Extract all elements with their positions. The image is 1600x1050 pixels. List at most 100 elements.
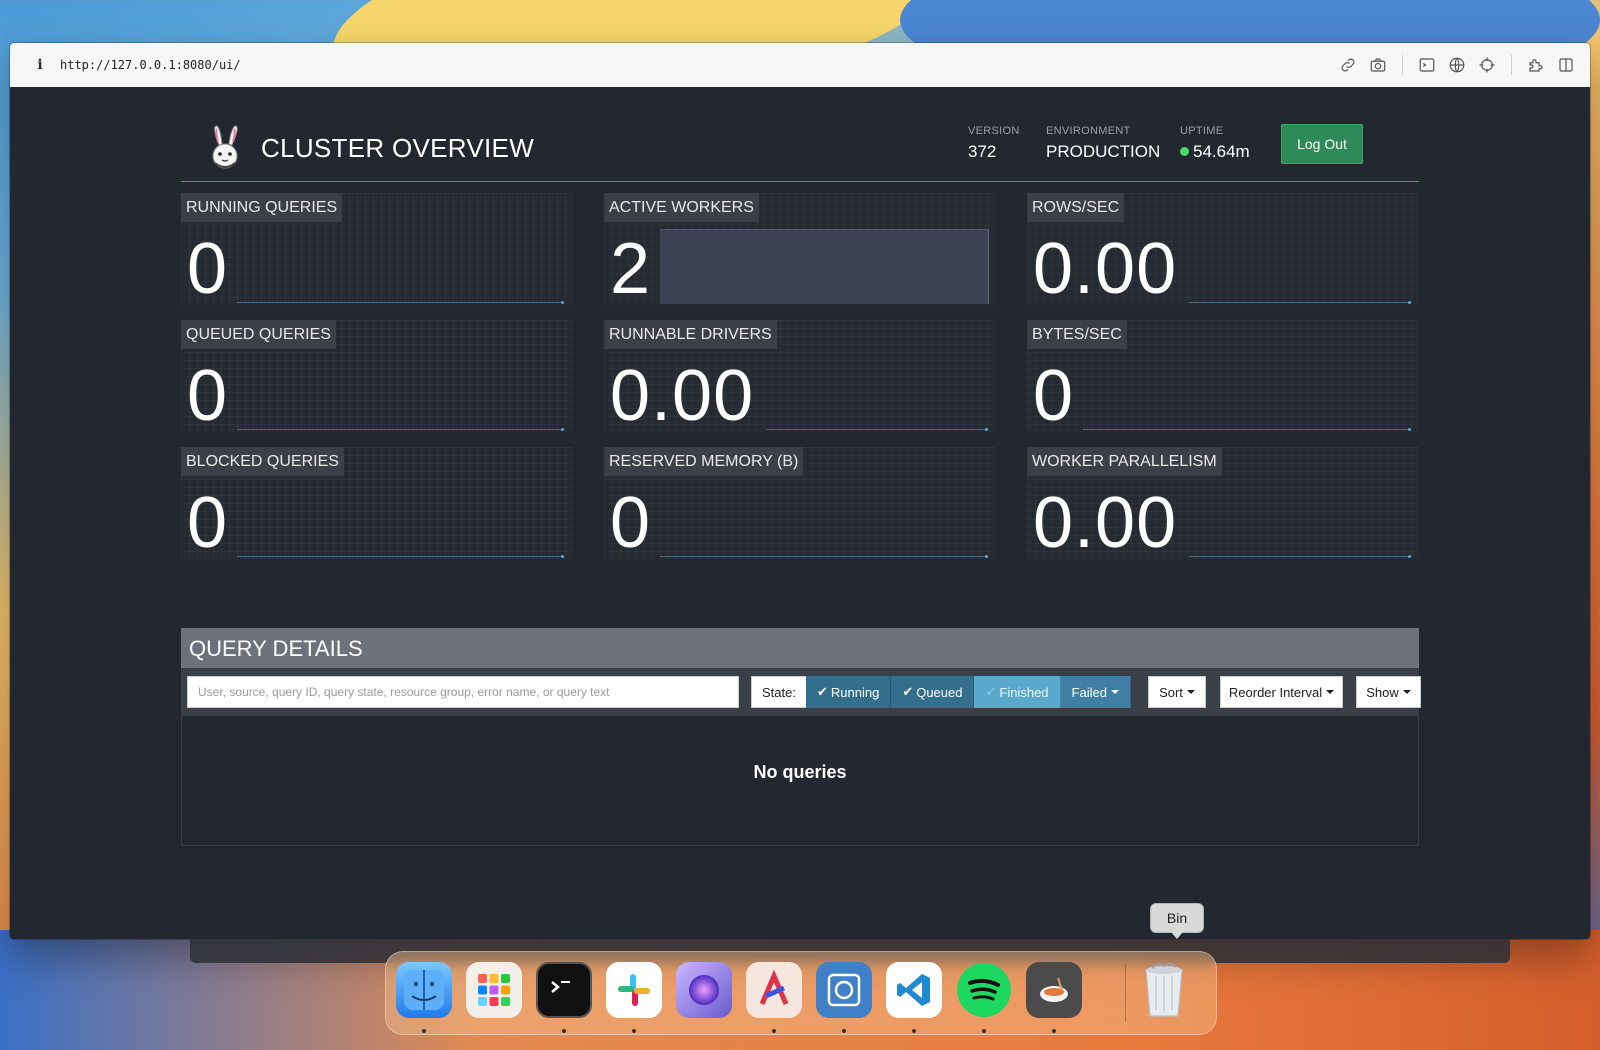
reorder-interval-label: Reorder Interval: [1228, 684, 1323, 700]
metric-value: 0.00: [1033, 229, 1178, 309]
running-indicator: [422, 1029, 426, 1033]
metric-label: RUNNABLE DRIVERS: [604, 320, 777, 349]
puzzle-icon[interactable]: [1526, 55, 1546, 75]
state-running-label: Running: [830, 684, 880, 700]
sparkline: [660, 555, 988, 558]
uptime-label: UPTIME: [1180, 125, 1224, 137]
state-running-toggle[interactable]: ✔ Running: [805, 676, 892, 708]
trash-bin-icon[interactable]: [1136, 962, 1192, 1018]
state-queued-toggle[interactable]: ✔ Queued: [891, 676, 975, 708]
metric-value: 2: [610, 229, 652, 309]
query-search-input[interactable]: [187, 676, 739, 708]
browser-toolbar: [1338, 55, 1576, 75]
screenshot-app-icon[interactable]: [816, 962, 872, 1018]
environment-value: PRODUCTION: [1046, 142, 1161, 161]
metric-card-bytes-per-sec: BYTES/SEC 0: [1027, 320, 1419, 436]
cluster-overview-page: CLUSTER OVERVIEW VERSION 372 ENVIRONMENT…: [10, 87, 1590, 939]
finder-icon[interactable]: [396, 962, 452, 1018]
query-list-empty: No queries: [181, 716, 1419, 846]
metric-value: 0: [1033, 356, 1075, 436]
uptime-stat: UPTIME 54.64m: [1180, 125, 1250, 162]
siri-icon[interactable]: [676, 962, 732, 1018]
affinity-icon[interactable]: [746, 962, 802, 1018]
version-value: 372: [968, 142, 997, 161]
info-icon[interactable]: i: [32, 57, 48, 73]
metric-value: 0.00: [610, 356, 755, 436]
metric-card-reserved-memory: RESERVED MEMORY (B) 0: [604, 447, 996, 563]
metric-value: 0: [187, 229, 229, 309]
metric-label: RUNNING QUERIES: [181, 193, 343, 222]
reorder-interval-dropdown[interactable]: Reorder Interval: [1220, 676, 1343, 708]
sidebar-icon[interactable]: [1556, 55, 1576, 75]
state-failed-dropdown[interactable]: Failed: [1060, 676, 1131, 708]
empty-message: No queries: [753, 762, 847, 782]
caret-down-icon: [1326, 690, 1335, 694]
metric-card-rows-per-sec: ROWS/SEC 0.00: [1027, 193, 1419, 309]
metric-card-queued-queries: QUEUED QUERIES 0: [181, 320, 573, 436]
page-title: CLUSTER OVERVIEW: [261, 133, 535, 163]
sparkline-area: [660, 229, 989, 304]
terminal-app-icon[interactable]: [536, 962, 592, 1018]
running-indicator: [562, 1029, 566, 1033]
metric-card-worker-parallelism: WORKER PARALLELISM 0.00: [1027, 447, 1419, 563]
environment-stat: ENVIRONMENT PRODUCTION: [1046, 125, 1160, 162]
address-bar: i http://127.0.0.1:8080/ui/: [10, 43, 1590, 88]
show-dropdown[interactable]: Show: [1356, 676, 1421, 708]
sparkline: [237, 555, 564, 558]
uptime-text: 54.64m: [1193, 142, 1250, 161]
sort-dropdown[interactable]: Sort: [1148, 676, 1206, 708]
status-dot-icon: [1180, 147, 1189, 156]
globe-icon[interactable]: [1447, 55, 1467, 75]
sparkline: [1189, 555, 1411, 558]
toolbar-divider: [1511, 55, 1512, 75]
caret-down-icon: [1402, 690, 1411, 694]
running-indicator: [912, 1029, 916, 1033]
metric-label: QUEUED QUERIES: [181, 320, 336, 349]
toolbar-divider: [1402, 55, 1403, 75]
vscode-icon[interactable]: [886, 962, 942, 1018]
query-details-header: QUERY DETAILS: [181, 628, 1419, 668]
metric-value: 0: [610, 483, 652, 563]
uptime-value: 54.64m: [1180, 142, 1250, 162]
slack-icon[interactable]: [606, 962, 662, 1018]
running-indicator: [1052, 1029, 1056, 1033]
metric-value: 0: [187, 356, 229, 436]
metric-card-blocked-queries: BLOCKED QUERIES 0: [181, 447, 573, 563]
url-text[interactable]: http://127.0.0.1:8080/ui/: [60, 58, 241, 72]
running-indicator: [842, 1029, 846, 1033]
bunny-logo-icon: [212, 125, 238, 169]
query-filter-toolbar: State: ✔ Running ✔ Queued ✔ Finished Fai…: [181, 668, 1421, 716]
environment-label: ENVIRONMENT: [1046, 125, 1131, 137]
check-icon: ✔: [902, 684, 914, 699]
launchpad-icon[interactable]: [466, 962, 522, 1018]
metric-label: WORKER PARALLELISM: [1027, 447, 1222, 476]
running-indicator: [982, 1029, 986, 1033]
sparkline: [237, 428, 564, 431]
macos-dock: [385, 951, 1217, 1035]
ramen-app-icon[interactable]: [1026, 962, 1082, 1018]
terminal-icon[interactable]: [1417, 55, 1437, 75]
link-icon[interactable]: [1338, 55, 1358, 75]
state-label: State:: [751, 676, 806, 708]
state-finished-label: Finished: [999, 684, 1049, 700]
metric-value: 0.00: [1033, 483, 1178, 563]
browser-window: i http://127.0.0.1:8080/ui/ CLUSTER OVER…: [10, 43, 1590, 939]
camera-icon[interactable]: [1368, 55, 1388, 75]
state-finished-toggle[interactable]: ✔ Finished: [974, 676, 1061, 708]
state-queued-label: Queued: [916, 684, 963, 700]
dock-divider: [1125, 964, 1126, 1022]
sparkline: [766, 428, 988, 431]
state-filter-group: State: ✔ Running ✔ Queued ✔ Finished Fai…: [751, 676, 1131, 708]
logout-button[interactable]: Log Out: [1281, 124, 1363, 164]
metric-label: RESERVED MEMORY (B): [604, 447, 804, 476]
crosshair-icon[interactable]: [1477, 55, 1497, 75]
sparkline: [1189, 301, 1411, 304]
check-icon: ✔: [816, 684, 828, 699]
metric-label: ROWS/SEC: [1027, 193, 1125, 222]
version-label: VERSION: [968, 125, 1020, 137]
show-label: Show: [1366, 684, 1399, 700]
spotify-icon[interactable]: [956, 962, 1012, 1018]
metric-card-active-workers: ACTIVE WORKERS 2: [604, 193, 996, 309]
state-failed-label: Failed: [1071, 684, 1107, 700]
caret-down-icon: [1186, 690, 1195, 694]
